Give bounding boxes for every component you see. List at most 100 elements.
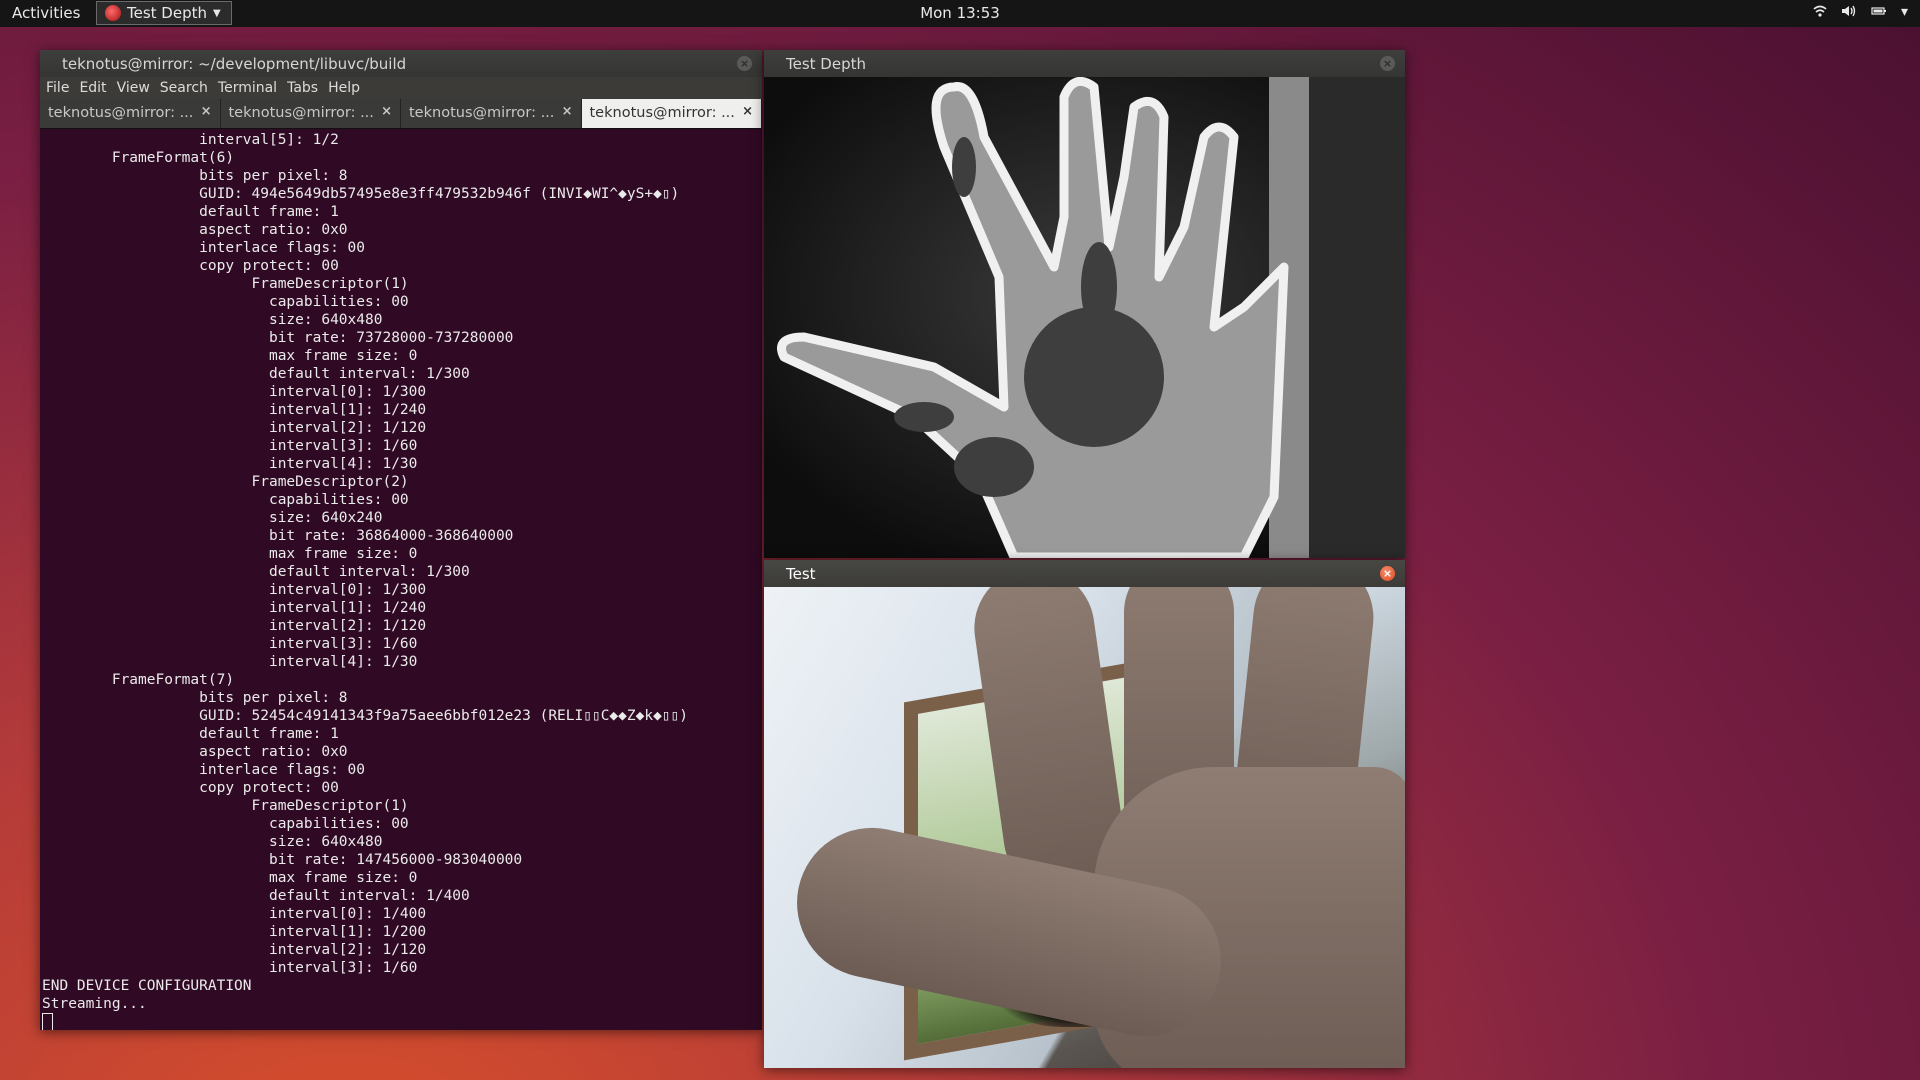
terminal-line: copy protect: 00 [42,258,339,274]
terminal-tab-2[interactable]: teknotus@mirror: ... × [220,99,401,128]
terminal-line: default frame: 1 [42,204,339,220]
close-icon[interactable]: × [562,104,573,119]
terminal-tab-1[interactable]: teknotus@mirror: ... × [40,99,221,128]
terminal-line: max frame size: 0 [42,870,418,886]
volume-icon[interactable] [1841,4,1857,22]
battery-icon[interactable] [1871,4,1887,22]
tab-label: teknotus@mirror: ... [228,105,374,121]
terminal-title: teknotus@mirror: ~/development/libuvc/bu… [62,55,407,73]
terminal-line: bit rate: 36864000-368640000 [42,528,514,544]
activities-button[interactable]: Activities [12,4,80,22]
menu-help[interactable]: Help [328,80,360,96]
terminal-line: interval[0]: 1/300 [42,582,427,598]
terminal-tab-3[interactable]: teknotus@mirror: ... × [401,99,582,128]
close-icon[interactable]: × [737,56,752,71]
chevron-down-icon: ▼ [213,7,221,19]
terminal-line: END DEVICE CONFIGURATION [42,978,252,994]
terminal-line: bit rate: 147456000-983040000 [42,852,523,868]
depth-image [764,77,1405,558]
wifi-icon[interactable] [1813,4,1827,22]
menu-tabs[interactable]: Tabs [287,80,318,96]
depth-window: Test Depth × [764,50,1405,558]
menu-view[interactable]: View [117,80,150,96]
terminal-line: bit rate: 73728000-737280000 [42,330,514,346]
test-titlebar[interactable]: Test × [764,560,1405,587]
app-menu[interactable]: Test Depth ▼ [96,1,232,25]
terminal-line: default interval: 1/300 [42,564,470,580]
close-icon[interactable]: × [201,104,212,119]
terminal-line: capabilities: 00 [42,816,409,832]
terminal-line: interval[2]: 1/120 [42,942,427,958]
tab-label: teknotus@mirror: ... [409,105,555,121]
terminal-line: FrameDescriptor(2) [42,474,409,490]
terminal-line: interval[0]: 1/300 [42,384,427,400]
terminal-line: interval[3]: 1/60 [42,960,418,976]
menu-caret-icon[interactable]: ▾ [1901,4,1908,22]
terminal-prompt [42,1013,762,1030]
terminal-line: aspect ratio: 0x0 [42,744,348,760]
terminal-line: interval[1]: 1/200 [42,924,427,940]
terminal-line: interval[5]: 1/2 [42,132,339,148]
terminal-line: interval[4]: 1/30 [42,654,418,670]
app-menu-label: Test Depth [127,4,207,22]
close-icon[interactable]: × [1380,56,1395,71]
menu-terminal[interactable]: Terminal [218,80,277,96]
close-icon[interactable]: × [1380,566,1395,581]
tab-label: teknotus@mirror: ... [48,105,194,121]
terminal-line: GUID: 52454c49141343f9a75aee6bbf012e23 (… [42,708,689,724]
terminal-line: FrameDescriptor(1) [42,276,409,292]
terminal-line: GUID: 494e5649db57495e8e3ff479532b946f (… [42,186,680,202]
terminal-line: interval[0]: 1/400 [42,906,427,922]
clock-container: Mon 13:53 [0,4,1920,22]
close-icon[interactable]: × [742,104,753,119]
terminal-line: size: 640x240 [42,510,383,526]
clock[interactable]: Mon 13:53 [920,4,1000,22]
terminal-line: interlace flags: 00 [42,240,366,256]
terminal-line: interlace flags: 00 [42,762,366,778]
depth-window-title: Test Depth [786,55,866,73]
terminal-line: interval[3]: 1/60 [42,438,418,454]
terminal-line: interval[3]: 1/60 [42,636,418,652]
terminal-line: default interval: 1/400 [42,888,470,904]
terminal-line: FrameFormat(6) [42,150,235,166]
menu-search[interactable]: Search [160,80,208,96]
terminal-window: teknotus@mirror: ~/development/libuvc/bu… [40,50,762,1030]
top-bar: Activities Test Depth ▼ Mon 13:53 ▾ [0,0,1920,27]
menu-edit[interactable]: Edit [79,80,106,96]
terminal-line: FrameDescriptor(1) [42,798,409,814]
terminal-line: max frame size: 0 [42,348,418,364]
tab-label: teknotus@mirror: ... [589,105,735,121]
terminal-tabbar: teknotus@mirror: ... × teknotus@mirror: … [40,99,762,129]
terminal-output[interactable]: interval[5]: 1/2 FrameFormat(6) bits per… [40,129,762,1030]
terminal-line: capabilities: 00 [42,492,409,508]
terminal-line: interval[2]: 1/120 [42,618,427,634]
system-tray[interactable]: ▾ [1813,4,1908,22]
terminal-line: Streaming... [42,996,147,1012]
terminal-line: size: 640x480 [42,834,383,850]
depth-hand-image [764,77,1405,558]
terminal-line: default frame: 1 [42,726,339,742]
terminal-line: bits per pixel: 8 [42,168,348,184]
depth-titlebar[interactable]: Test Depth × [764,50,1405,77]
terminal-line: interval[2]: 1/120 [42,420,427,436]
camera-image [764,587,1405,1068]
cursor [42,1013,53,1030]
terminal-line: FrameFormat(7) [42,672,235,688]
terminal-tab-4[interactable]: teknotus@mirror: ... × [581,99,762,128]
terminal-line: max frame size: 0 [42,546,418,562]
app-icon [105,5,121,21]
test-window-title: Test [786,565,816,583]
terminal-line: copy protect: 00 [42,780,339,796]
terminal-line: default interval: 1/300 [42,366,470,382]
terminal-line: size: 640x480 [42,312,383,328]
terminal-line: interval[1]: 1/240 [42,402,427,418]
close-icon[interactable]: × [381,104,392,119]
terminal-titlebar[interactable]: teknotus@mirror: ~/development/libuvc/bu… [40,50,762,77]
terminal-line: aspect ratio: 0x0 [42,222,348,238]
terminal-line: bits per pixel: 8 [42,690,348,706]
terminal-menubar: File Edit View Search Terminal Tabs Help [40,77,762,99]
menu-file[interactable]: File [46,80,69,96]
terminal-line: interval[1]: 1/240 [42,600,427,616]
terminal-line: interval[4]: 1/30 [42,456,418,472]
terminal-line: capabilities: 00 [42,294,409,310]
